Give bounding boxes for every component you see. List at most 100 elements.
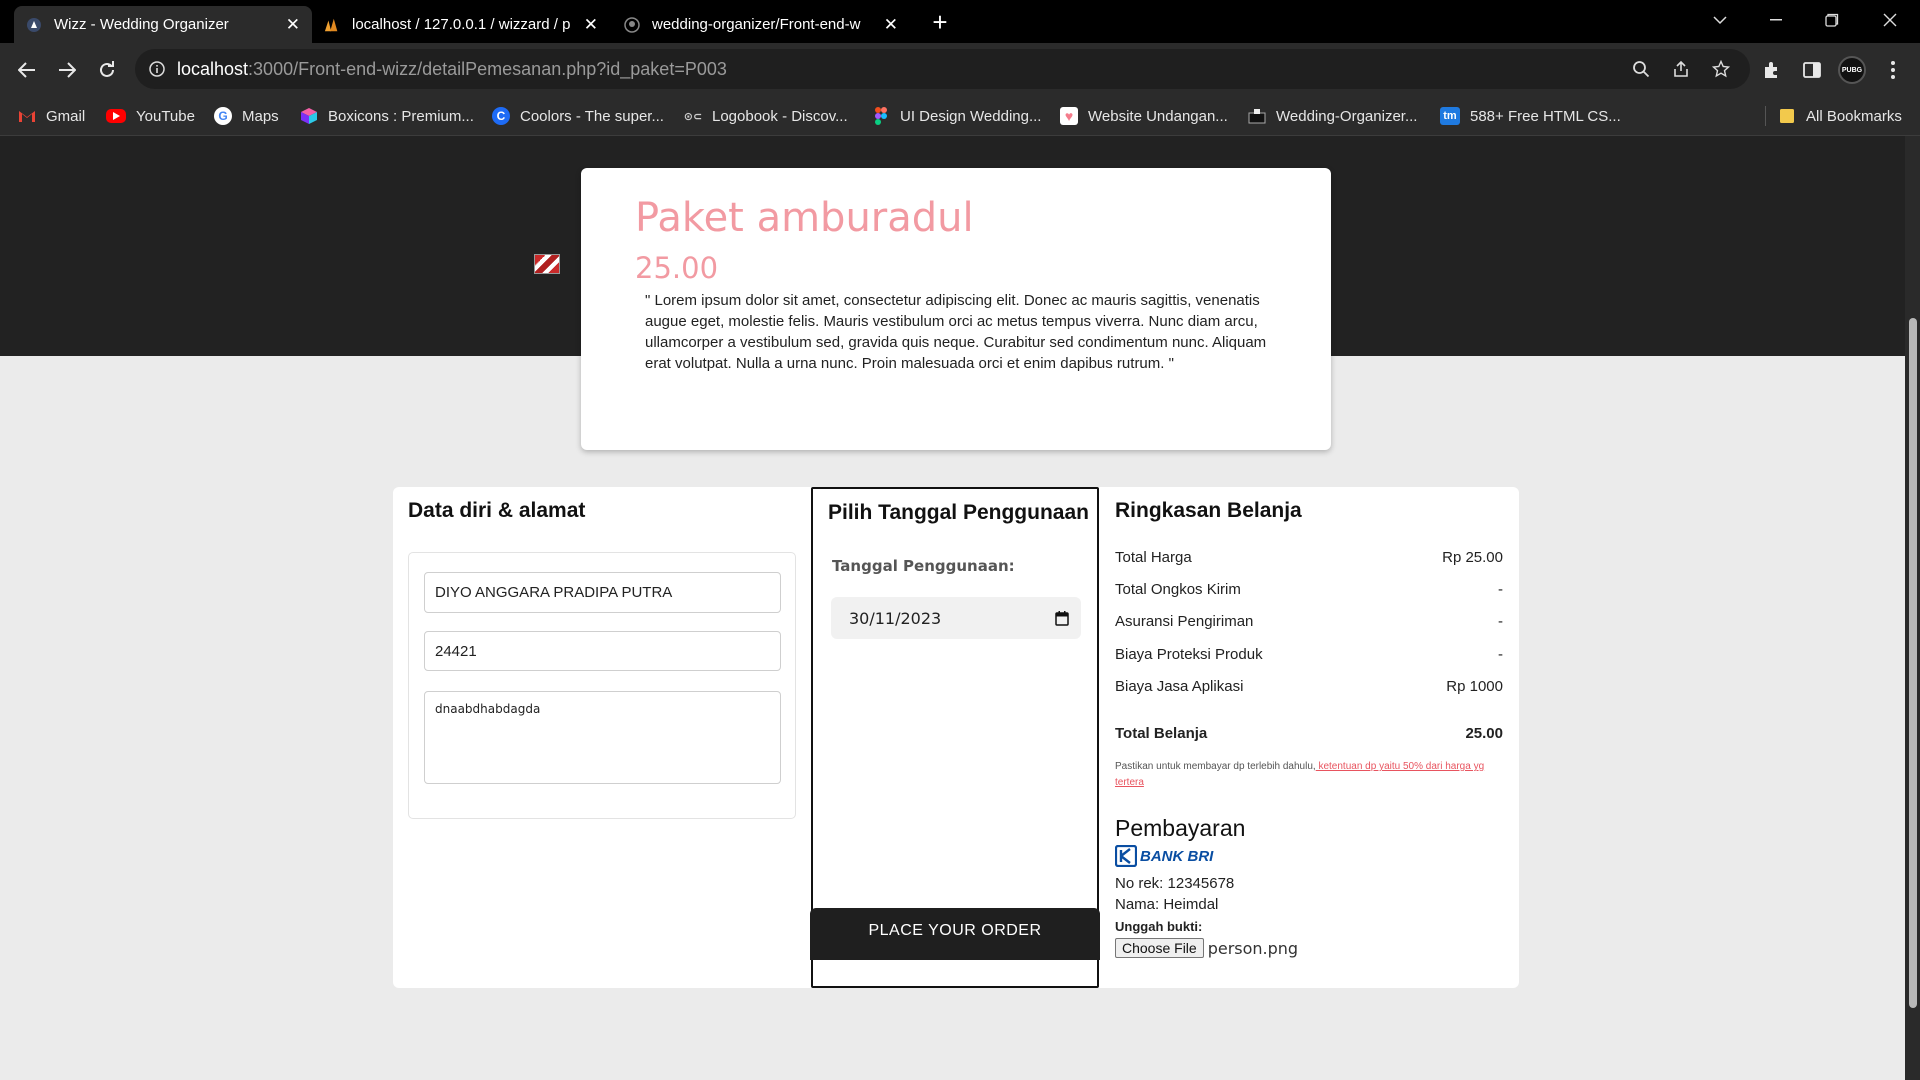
bookmark-gmail[interactable]: Gmail xyxy=(18,96,85,136)
close-tab-icon[interactable]: ✕ xyxy=(584,15,598,35)
tab-title: Wizz - Wedding Organizer xyxy=(54,16,229,33)
minimize-icon[interactable] xyxy=(1748,0,1804,40)
total-value: 25.00 xyxy=(1465,725,1503,742)
heart-icon: ♥ xyxy=(1060,107,1078,125)
bri-icon xyxy=(1115,845,1137,867)
all-bookmarks[interactable]: All Bookmarks xyxy=(1778,96,1902,136)
new-tab-button[interactable]: + xyxy=(924,6,956,38)
summary-label: Biaya Jasa Aplikasi xyxy=(1115,678,1244,695)
summary-section: Ringkasan Belanja Total Harga Rp 25.00 T… xyxy=(1115,487,1511,988)
close-window-icon[interactable] xyxy=(1862,0,1918,40)
tab-title: wedding-organizer/Front-end-w xyxy=(652,16,861,33)
file-name: person.png xyxy=(1207,938,1299,958)
payment-heading: Pembayaran xyxy=(1115,815,1246,841)
bookmark-coolors[interactable]: C Coolors - The super... xyxy=(492,96,664,136)
reload-button[interactable] xyxy=(90,53,124,87)
file-upload: Choose File person.png xyxy=(1115,938,1298,958)
bookmark-star-icon[interactable] xyxy=(1710,58,1732,80)
bookmarks-divider xyxy=(1765,106,1766,126)
bank-bri-logo: BANK BRI xyxy=(1115,845,1213,867)
menu-kebab-icon[interactable] xyxy=(1878,55,1908,85)
address-bar[interactable]: localhost:3000/Front-end-wizz/detailPeme… xyxy=(135,49,1750,89)
account-name: Nama: Heimdal xyxy=(1115,896,1219,913)
phpmyadmin-icon xyxy=(324,17,340,33)
date-heading: Pilih Tanggal Penggunaan xyxy=(828,501,1089,524)
bookmark-logobook[interactable]: ⊙⊂ Logobook - Discov... xyxy=(684,96,848,136)
bookmark-label: UI Design Wedding... xyxy=(900,107,1042,125)
tab-wizz[interactable]: Wizz - Wedding Organizer ✕ xyxy=(14,6,312,43)
summary-heading: Ringkasan Belanja xyxy=(1115,499,1302,522)
bookmark-label: Maps xyxy=(242,107,279,125)
summary-row: Total Ongkos Kirim - xyxy=(1115,581,1503,598)
bookmark-figma[interactable]: UI Design Wedding... xyxy=(872,96,1041,136)
tab-title: localhost / 127.0.0.1 / wizzard / p xyxy=(352,16,571,33)
site-info-icon[interactable] xyxy=(149,61,165,77)
zoom-icon[interactable] xyxy=(1630,58,1652,80)
package-card: Paket amburadul 25.00 " Lorem ipsum dolo… xyxy=(581,168,1331,450)
tm-icon: tm xyxy=(1440,107,1460,125)
summary-value: - xyxy=(1498,646,1503,663)
forward-button[interactable] xyxy=(50,53,84,87)
summary-row: Total Harga Rp 25.00 xyxy=(1115,549,1503,566)
tab-strip: Wizz - Wedding Organizer ✕ localhost / 1… xyxy=(0,0,1920,43)
coolors-icon: C xyxy=(492,107,510,125)
name-input[interactable]: DIYO ANGGARA PRADIPA PUTRA xyxy=(424,572,781,613)
summary-row: Biaya Proteksi Produk - xyxy=(1115,646,1503,663)
bookmark-undangan[interactable]: ♥ Website Undangan... xyxy=(1060,96,1228,136)
personal-data-heading: Data diri & alamat xyxy=(408,499,586,522)
extensions-icon[interactable] xyxy=(1757,55,1787,85)
summary-label: Total Ongkos Kirim xyxy=(1115,581,1241,598)
address-textarea[interactable]: dnaabdhabdagda xyxy=(424,691,781,784)
date-input[interactable]: 30/11/2023 xyxy=(831,597,1081,639)
tab-phpmyadmin[interactable]: localhost / 127.0.0.1 / wizzard / p ✕ xyxy=(312,6,610,43)
bookmarks-bar: Gmail YouTube G Maps Boxicons : Premium..… xyxy=(0,96,1920,136)
package-title: Paket amburadul xyxy=(635,195,974,241)
bookmark-label: YouTube xyxy=(136,107,195,125)
summary-value: - xyxy=(1498,613,1503,630)
side-panel-icon[interactable] xyxy=(1797,55,1827,85)
bookmark-wedding-organizer[interactable]: Wedding-Organizer... xyxy=(1248,96,1417,136)
account-number: No rek: 12345678 xyxy=(1115,875,1235,892)
figma-icon xyxy=(872,107,890,125)
postcode-input[interactable]: 24421 xyxy=(424,631,781,671)
date-label: Tanggal Penggunaan: xyxy=(832,557,1015,575)
total-label: Total Belanja xyxy=(1115,725,1208,742)
close-tab-icon[interactable]: ✕ xyxy=(884,15,898,35)
boxicons-icon xyxy=(300,107,318,125)
summary-value: Rp 25.00 xyxy=(1442,549,1503,566)
summary-value: Rp 1000 xyxy=(1446,678,1503,695)
back-button[interactable] xyxy=(10,53,44,87)
summary-row: Asuransi Pengiriman - xyxy=(1115,613,1503,630)
bookmark-boxicons[interactable]: Boxicons : Premium... xyxy=(300,96,474,136)
summary-value: - xyxy=(1498,581,1503,598)
choose-file-button[interactable]: Choose File xyxy=(1115,938,1204,958)
bookmark-label: Boxicons : Premium... xyxy=(328,107,474,125)
share-icon[interactable] xyxy=(1670,58,1692,80)
tab-search-icon[interactable] xyxy=(1692,0,1748,40)
summary-total-row: Total Belanja 25.00 xyxy=(1115,725,1503,742)
scrollbar-thumb[interactable] xyxy=(1909,318,1917,1008)
bookmark-label: Logobook - Discov... xyxy=(712,107,848,125)
calendar-icon[interactable] xyxy=(1055,610,1069,626)
bookmark-youtube[interactable]: YouTube xyxy=(106,96,195,136)
google-icon: G xyxy=(214,107,232,125)
url-text: localhost:3000/Front-end-wizz/detailPeme… xyxy=(177,59,727,80)
folder-dark-icon xyxy=(1248,107,1266,125)
youtube-icon xyxy=(106,109,126,123)
tab-github[interactable]: wedding-organizer/Front-end-w ✕ xyxy=(612,6,910,43)
summary-row: Biaya Jasa Aplikasi Rp 1000 xyxy=(1115,678,1503,695)
close-tab-icon[interactable]: ✕ xyxy=(286,15,300,35)
bookmark-maps[interactable]: G Maps xyxy=(214,96,279,136)
package-price: 25.00 xyxy=(635,251,719,285)
bookmark-label: Wedding-Organizer... xyxy=(1276,107,1418,125)
bank-name: BANK BRI xyxy=(1140,847,1214,865)
summary-label: Total Harga xyxy=(1115,549,1192,566)
profile-avatar[interactable]: PUBG xyxy=(1838,56,1866,84)
summary-label: Biaya Proteksi Produk xyxy=(1115,646,1263,663)
gmail-icon xyxy=(18,107,36,125)
place-order-button[interactable]: PLACE YOUR ORDER xyxy=(810,908,1100,960)
url-path: :3000/Front-end-wizz/detailPemesanan.php… xyxy=(248,58,727,79)
restore-icon[interactable] xyxy=(1804,0,1860,40)
wizz-favicon-icon xyxy=(26,17,42,33)
bookmark-templatemo[interactable]: tm 588+ Free HTML CS... xyxy=(1440,96,1621,136)
